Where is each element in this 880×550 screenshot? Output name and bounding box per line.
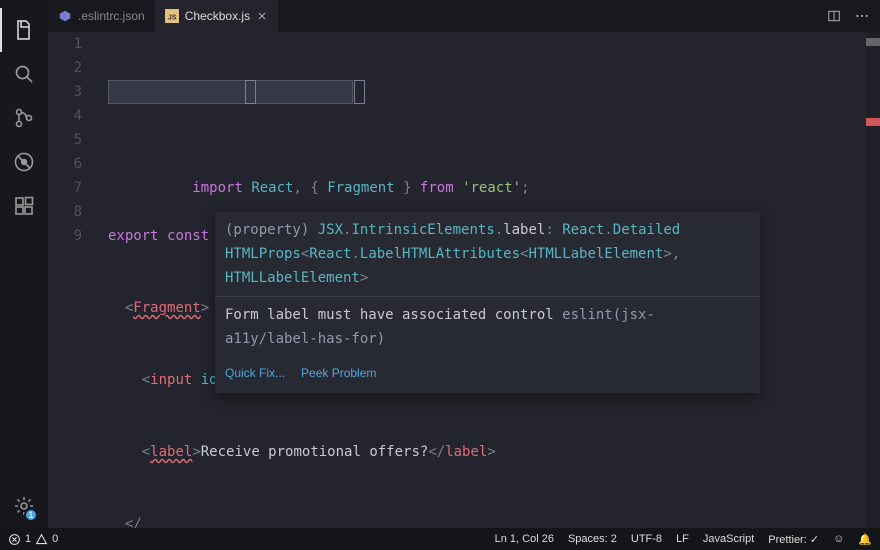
code-line-1: import React, { Fragment } from 'react'; [108,80,840,104]
tab-checkbox[interactable]: JS Checkbox.js [155,0,278,32]
gutter: 1 2 3 4 5 6 7 8 9 [48,32,104,248]
status-feedback[interactable]: ☺ [833,533,844,546]
debug-icon[interactable] [0,140,48,184]
error-icon [8,533,21,546]
code-line-6: <label>Receive promotional offers?</labe… [108,440,840,464]
warning-icon [35,533,48,546]
tab-bar: .eslintrc.json JS Checkbox.js [48,0,880,32]
status-cursor[interactable]: Ln 1, Col 26 [495,533,554,546]
js-icon: JS [165,9,179,23]
status-eol[interactable]: LF [676,533,689,546]
status-bar: 1 0 Ln 1, Col 26 Spaces: 2 UTF-8 LF Java… [0,528,880,550]
source-control-icon[interactable] [0,96,48,140]
tab-actions [826,0,880,32]
tab-eslintrc[interactable]: .eslintrc.json [48,0,155,32]
notifications-badge: 1 [24,508,38,522]
editor-panel: .eslintrc.json JS Checkbox.js 1 2 3 4 5 … [48,0,880,528]
overview-ruler[interactable] [866,32,880,528]
hover-type-info: (property) JSX.IntrinsicElements.label: … [215,212,760,296]
peek-problem-link[interactable]: Peek Problem [301,361,376,385]
manage-icon[interactable]: 1 [0,484,48,528]
status-language[interactable]: JavaScript [703,533,754,546]
tab-label: .eslintrc.json [78,9,145,23]
activity-bar: 1 [0,0,48,528]
status-indent[interactable]: Spaces: 2 [568,533,617,546]
tab-label: Checkbox.js [185,9,250,23]
status-encoding[interactable]: UTF-8 [631,533,662,546]
extensions-icon[interactable] [0,184,48,228]
hover-diagnostic: Form label must have associated control … [215,296,760,357]
status-problems[interactable]: 1 0 [8,533,58,546]
search-icon[interactable] [0,52,48,96]
svg-text:JS: JS [168,15,177,22]
quick-fix-link[interactable]: Quick Fix... [225,361,285,385]
status-prettier[interactable]: Prettier: ✓ [768,533,819,546]
eslint-icon [58,9,72,23]
more-icon[interactable] [854,8,870,24]
hover-widget: (property) JSX.IntrinsicElements.label: … [215,212,760,393]
explorer-icon[interactable] [0,8,48,52]
code-area[interactable]: 1 2 3 4 5 6 7 8 9 import React, { Fragme… [48,32,880,528]
code-line-2 [108,152,840,176]
close-icon[interactable] [256,10,268,22]
hover-actions: Quick Fix... Peek Problem [215,357,760,393]
split-editor-icon[interactable] [826,8,842,24]
code-line-7: </ [108,512,840,528]
status-notifications[interactable]: 🔔 [858,533,872,546]
